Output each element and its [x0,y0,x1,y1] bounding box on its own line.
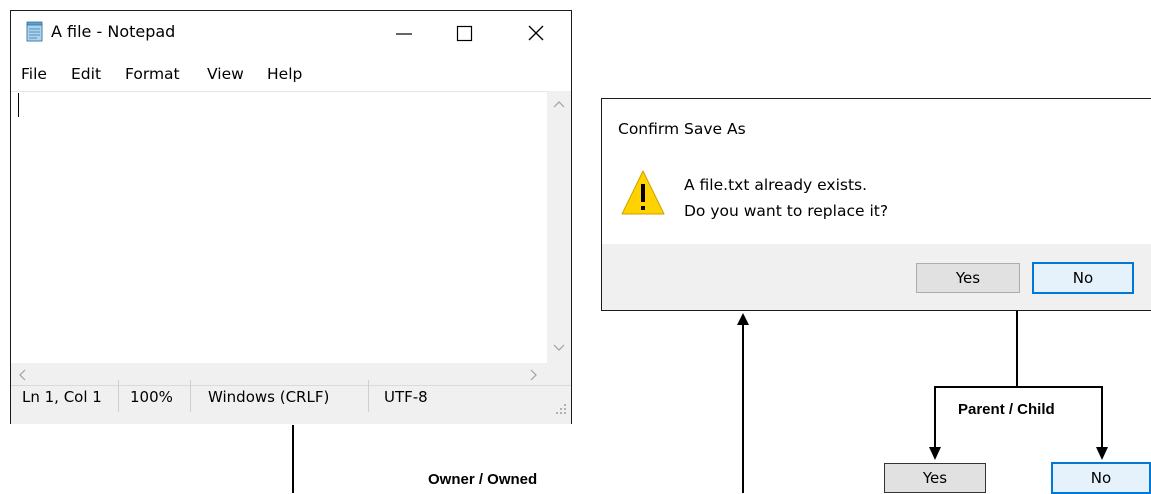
child-yes-connector [934,386,936,450]
window-title: A file - Notepad [51,22,176,41]
status-encoding: UTF-8 [384,388,428,406]
minimize-button[interactable] [381,11,427,55]
parent-child-label: Parent / Child [958,401,1055,418]
child-no-box: No [1051,462,1151,494]
dialog-title: Confirm Save As [618,120,746,138]
yes-button[interactable]: Yes [916,263,1020,293]
vertical-scrollbar[interactable] [547,91,571,363]
parent-branch-line [934,386,1102,388]
owner-owned-label: Owner / Owned [428,471,538,488]
child-yes-box: Yes [884,463,986,493]
maximize-icon [456,25,473,42]
owner-connector-line [292,425,294,493]
notepad-icon [25,21,45,43]
dialog-message-line2: Do you want to replace it? [684,202,889,220]
parent-connector-line [1016,311,1018,387]
status-separator [368,380,369,412]
dialog-message-line1: A file.txt already exists. [684,176,868,194]
arrow-down-icon [1096,447,1108,460]
scroll-down-icon[interactable] [553,343,565,353]
menu-help[interactable]: Help [267,65,302,83]
scroll-right-icon[interactable] [529,369,539,381]
warning-icon [621,170,665,215]
menu-format[interactable]: Format [125,65,180,83]
menu-view[interactable]: View [207,65,244,83]
horizontal-scrollbar[interactable] [11,363,547,385]
arrow-up-icon [737,313,749,325]
close-icon [528,25,544,41]
scroll-up-icon[interactable] [553,99,565,109]
status-separator [190,380,191,412]
notepad-window: A file - Notepad File Edit Format View H… [10,10,572,424]
status-zoom: 100% [130,388,173,406]
status-line-endings: Windows (CRLF) [208,388,330,406]
menu-edit[interactable]: Edit [71,65,101,83]
close-button[interactable] [513,11,559,55]
text-editor-area[interactable] [11,91,547,365]
maximize-button[interactable] [441,11,487,55]
owned-arrow-line [742,322,744,493]
arrow-down-icon [929,447,941,460]
scroll-left-icon[interactable] [17,369,27,381]
minimize-icon [396,33,412,35]
status-separator [118,380,119,412]
no-button[interactable]: No [1032,262,1134,294]
child-no-connector [1101,386,1103,450]
text-caret [18,93,19,117]
menu-file[interactable]: File [21,65,47,83]
status-position: Ln 1, Col 1 [22,388,102,406]
scrollbar-corner [547,363,571,385]
resize-grip-icon[interactable] [554,402,568,416]
